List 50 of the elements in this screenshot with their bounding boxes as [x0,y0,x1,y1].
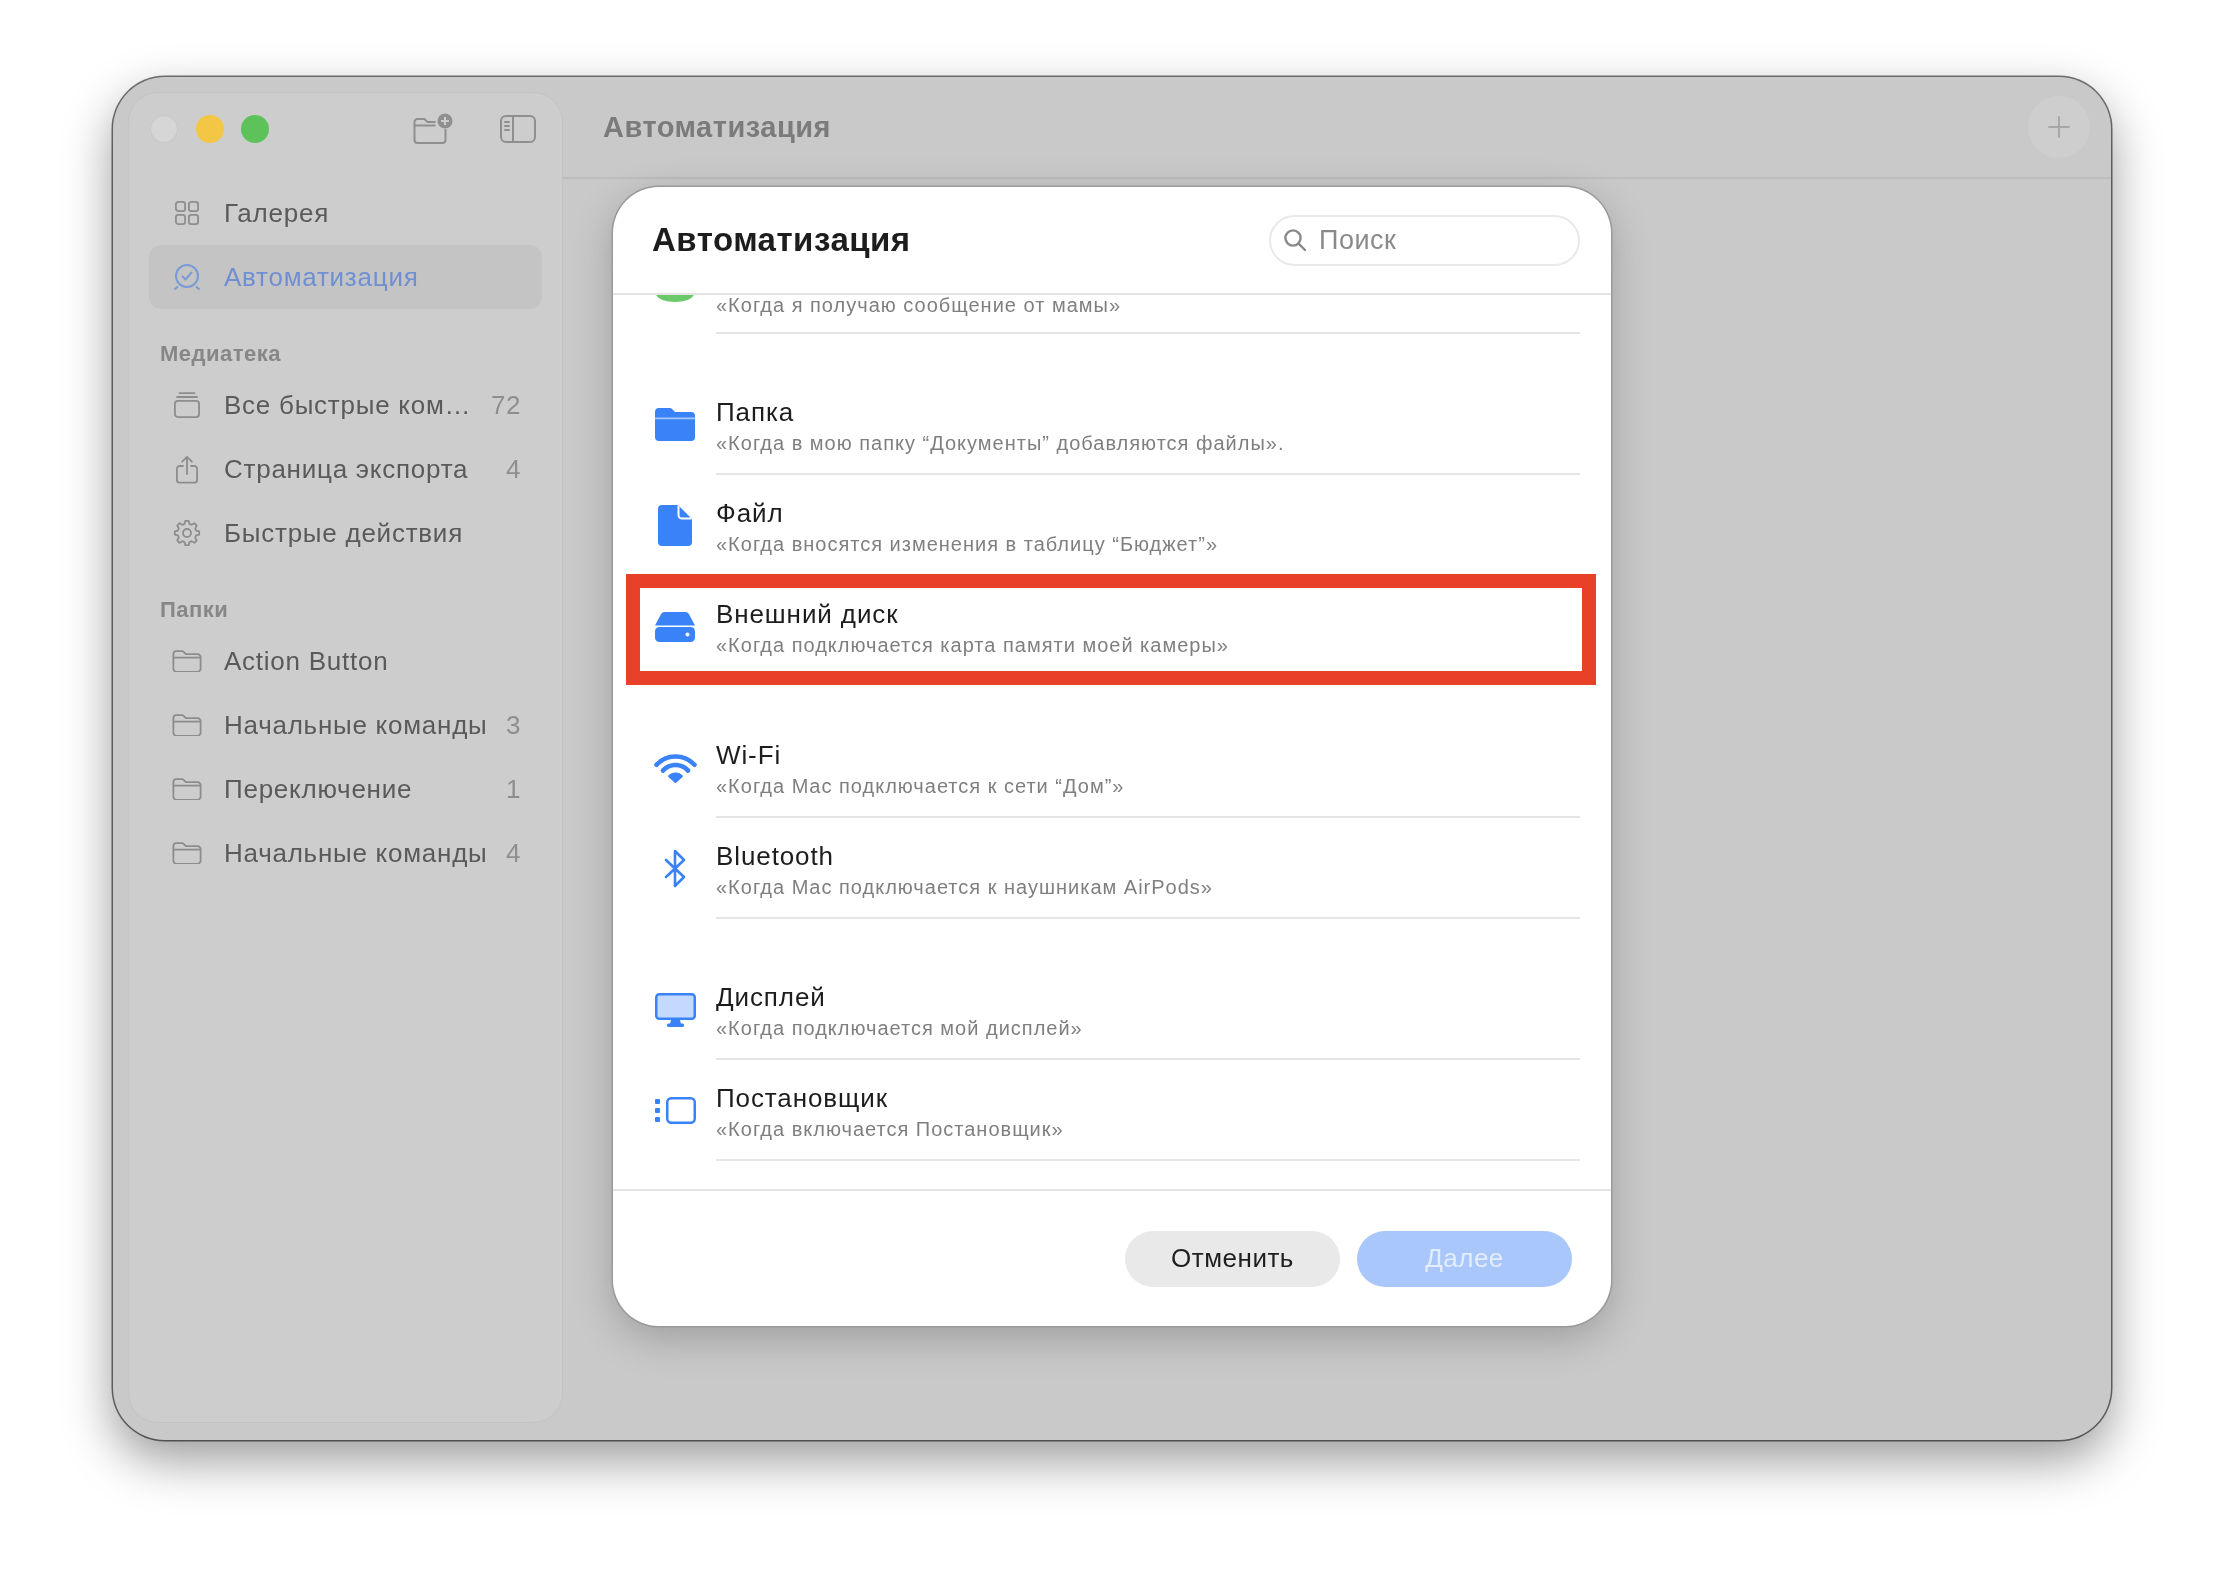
section-header: Папки [160,597,229,623]
item-count: 4 [506,837,521,869]
trigger-option[interactable]: Папка «Когда в мою папку “Документы” добавляются файлы». [613,374,1611,475]
drive-icon [655,611,695,642]
search-icon [1283,228,1307,252]
cancel-button[interactable]: Отменить [1125,1230,1340,1287]
minimize-button[interactable] [195,115,224,143]
window-list-icon [654,1097,696,1124]
item-count: 1 [506,773,521,805]
trigger-option[interactable]: Bluetooth «Когда Mac подключается к наушникам AirPods» [613,818,1611,919]
document-icon [658,505,692,546]
trigger-option[interactable]: Дисплей «Когда подключается мой дисплей» [613,959,1611,1060]
item-count: 3 [506,709,521,741]
gear-icon [173,519,201,547]
dialog-title: Автоматизация [652,221,911,259]
trigger-option[interactable]: Wi-Fi «Когда Mac подключается к сети “Дом”» [613,717,1611,818]
zoom-button[interactable] [241,115,269,143]
plus-icon [2047,115,2071,139]
sidebar-item[interactable]: Галерея [149,181,542,245]
folder-icon [655,408,695,441]
search-field[interactable]: Поиск [1269,214,1580,266]
sidebar-item[interactable]: Все быстрые ком… 72 [149,373,542,437]
page-title: Автоматизация [603,110,831,144]
clock-icon [173,263,201,291]
sidebar-item[interactable]: Переключение 1 [149,757,542,821]
sidebar-icon[interactable] [500,115,536,143]
sidebar-item[interactable]: Начальные команды 3 [149,693,542,757]
bluetooth-icon [662,848,688,889]
trigger-option[interactable]: Постановщик «Когда включается Постановщик» [613,1060,1611,1161]
sidebar-item[interactable]: Страница экспорта 4 [149,437,542,501]
section-header: Медиатека [160,341,282,367]
item-count: 4 [506,453,521,485]
folder-icon [172,842,202,864]
monitor-icon [654,992,696,1027]
share-icon [175,454,199,484]
grid-icon [175,201,199,225]
trigger-option[interactable]: Файл «Когда вносятся изменения в таблицу “Бюджет”» [613,475,1611,576]
folder-icon [172,778,202,800]
folder-icon [172,714,202,736]
item-count: 72 [491,389,521,421]
stack-icon [173,391,201,419]
chat-bubble-icon [655,295,695,302]
sidebar-item[interactable]: Action Button [149,629,542,693]
sidebar-item[interactable]: Быстрые действия [149,501,542,565]
folder-plus-icon[interactable] [413,113,453,145]
trigger-option[interactable]: «Когда я получаю сообщение от мамы» [613,295,1611,334]
wifi-icon [653,751,697,784]
folder-icon [172,650,202,672]
trigger-option[interactable]: Внешний диск «Когда подключается карта памяти моей камеры» [613,576,1611,677]
sidebar-item[interactable]: Начальные команды 4 [149,821,542,885]
